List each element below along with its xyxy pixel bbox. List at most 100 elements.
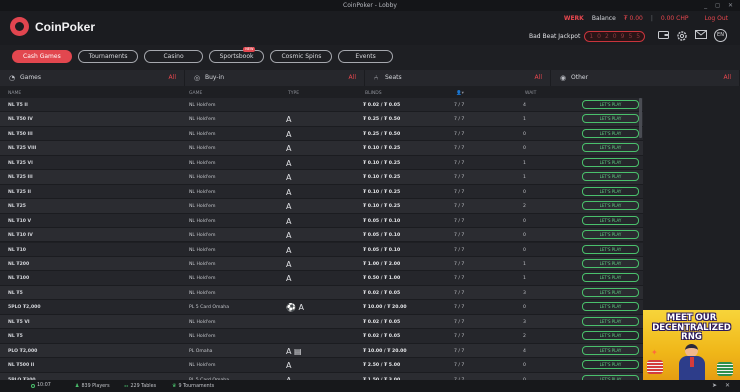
language-selector[interactable]: EN [714,29,727,42]
tab-events[interactable]: Events [338,50,393,63]
lets-play-button[interactable]: LET'S PLAY [582,316,639,326]
lets-play-button[interactable]: LET'S PLAY [582,100,639,109]
lets-play-button[interactable]: LET'S PLAY [582,157,639,167]
table-row[interactable]: NL ₮50 III NL Hold'em A ₮ 0.25 / ₮ 0.50 7 / … [0,126,643,142]
cell-seats: 7 / 7 [454,160,465,166]
seats-icon: ⑃ [374,74,379,82]
table-row[interactable]: NL ₮25 VIII NL Hold'em A ₮ 0.10 / ₮ 0.25 7 /… [0,141,643,156]
table-row[interactable]: 5PLO ₮2,000 PL 5 Card Omaha ⚽ A ₮ 10.00 / ₮… [0,300,643,315]
tab-sportsbook[interactable]: Sportsbook NEW [208,47,265,63]
lets-play-button[interactable]: LET'S PLAY [582,244,639,254]
filter-other[interactable]: ◉ Other All [551,70,740,86]
col-players[interactable]: 👤▾ [456,91,464,96]
tab-cash-games[interactable]: Cash Games [12,50,72,63]
col-wait[interactable]: WAIT [525,91,536,96]
cell-blinds: ₮ 10.00 / ₮ 20.00 [363,348,407,354]
cell-blinds: ₮ 0.05 / ₮ 0.10 [363,218,401,224]
lets-play-button[interactable]: LET'S PLAY [582,128,639,138]
table-row[interactable]: NL ₮10 V NL Hold'em A ₮ 0.05 / ₮ 0.10 7 / 7 0… [0,213,643,229]
cell-blinds: ₮ 0.10 / ₮ 0.25 [363,204,401,210]
table-row[interactable]: NL ₮5 NL Hold'em ₮ 0.02 / ₮ 0.05 7 / 7 3 LET'… [0,285,643,301]
table-row[interactable]: NL ₮5 VI NL Hold'em ₮ 0.02 / ₮ 0.05 7 / 7 3 L… [0,314,643,330]
col-name[interactable]: NAME [8,91,21,96]
cell-game: NL Hold'em [189,160,216,166]
tab-tournaments[interactable]: Tournaments [77,50,139,63]
settings-icon[interactable] [676,30,688,42]
table-row[interactable]: NL ₮25 VI NL Hold'em A ₮ 0.10 / ₮ 0.25 7 / 7… [0,155,643,171]
cell-name: NL ₮500 II [8,363,35,369]
cell-name: NL ₮25 VIII [8,146,37,152]
table-row[interactable]: NL ₮10 IV NL Hold'em A ₮ 0.05 / ₮ 0.10 7 / 7… [0,228,643,243]
col-type[interactable]: TYPE [288,91,299,96]
lets-play-button[interactable]: LET'S PLAY [582,172,639,182]
table-row[interactable]: NL ₮25 II NL Hold'em A ₮ 0.10 / ₮ 0.25 7 / 7… [0,184,643,200]
bad-beat-jackpot[interactable]: Bad Beat Jackpot 1 0 2 0 9 5 5 [529,31,646,42]
table-header: NAME GAME TYPE BLINDS 👤▾ WAIT [0,89,643,98]
cell-name: NL ₮100 [8,276,30,282]
cell-seats: 7 / 7 [454,290,465,296]
wallet-icon[interactable] [657,30,669,42]
clock-icon [31,383,35,388]
cell-seats: 7 / 7 [454,319,465,325]
table-row[interactable]: NL ₮200 NL Hold'em A ₮ 1.00 / ₮ 2.00 7 / 7 1 L… [0,256,643,272]
table-row[interactable]: NL ₮100 NL Hold'em A ₮ 0.50 / ₮ 1.00 7 / 7 1 L… [0,271,643,286]
tab-cosmic-spins[interactable]: Cosmic Spins [270,50,333,63]
table-row[interactable]: PLO ₮2,000 PL Omaha A ▤ ₮ 10.00 / ₮ 20.00 7 … [0,343,643,359]
lets-play-button[interactable]: LET'S PLAY [582,302,639,312]
table-row[interactable]: NL ₮25 III NL Hold'em A ₮ 0.10 / ₮ 0.25 7 / … [0,170,643,185]
jackpot-digit: 9 [620,33,625,40]
cell-seats: 7 / 7 [454,189,465,195]
lets-play-button[interactable]: LET'S PLAY [582,114,639,124]
tab-casino[interactable]: Casino [144,50,203,63]
logo[interactable]: CoinPoker [10,17,95,36]
jackpot-digit: 5 [628,33,633,40]
table-row[interactable]: NL ₮25 NL Hold'em A ₮ 0.10 / ₮ 0.25 7 / 7 2 LE… [0,199,643,214]
table-row[interactable]: NL ₮500 II NL Hold'em A ₮ 2.50 / ₮ 5.00 7 / … [0,358,643,373]
filter-games[interactable]: ◔ Games All [0,70,185,86]
mail-icon[interactable] [695,29,707,42]
table-row[interactable]: 5PLO ₮300PL 5 Card OmahaA₮ 1.50 / ₮ 3.00… [0,372,643,380]
col-game[interactable]: GAME [189,91,202,96]
table-row[interactable]: NL ₮50 IV NL Hold'em A ₮ 0.25 / ₮ 0.50 7 / 7… [0,112,643,127]
table-scrollbar[interactable] [639,98,642,138]
cell-type: A ▤ [286,346,302,356]
filter-buyin-label: Buy-in [205,74,224,81]
window-controls[interactable]: _ ◻ ✕ [704,0,736,11]
filter-bar: ◔ Games All ◎ Buy-in All ⑃ Seats All ◉ O… [0,70,740,86]
table-row[interactable]: NL ₮5 NL Hold'em ₮ 0.02 / ₮ 0.05 7 / 7 2 LET'… [0,329,643,344]
twitter-icon[interactable]: ✕ [725,382,730,389]
cell-blinds: ₮ 0.02 / ₮ 0.05 [363,103,401,108]
lets-play-button[interactable]: LET'S PLAY [582,345,639,355]
table-row[interactable]: NL ₮10 NL Hold'em A ₮ 0.05 / ₮ 0.10 7 / 7 0 LE… [0,242,643,257]
lets-play-button[interactable]: LET'S PLAY [582,230,639,240]
cell-game: NL Hold'em [189,146,216,152]
cell-blinds: ₮ 1.00 / ₮ 2.00 [363,261,401,267]
filter-buyin[interactable]: ◎ Buy-in All [185,70,365,86]
cell-type: ⚽ A [286,303,304,313]
cell-blinds: ₮ 0.25 / ₮ 0.50 [363,117,401,123]
lets-play-button[interactable]: LET'S PLAY [582,143,639,153]
filter-seats[interactable]: ⑃ Seats All [365,70,551,86]
cash-games-table: NL ₮5 II NL Hold'em ₮ 0.02 / ₮ 0.05 7 / 7 4 L… [0,98,643,380]
lets-play-button[interactable]: LET'S PLAY [582,201,639,211]
lets-play-button[interactable]: LET'S PLAY [582,360,639,370]
cell-seats: 7 / 7 [454,175,465,181]
cell-seats: 7 / 7 [454,103,465,108]
username[interactable]: WERK [564,15,584,22]
col-blinds[interactable]: BLINDS [365,91,382,96]
filter-seats-label: Seats [385,74,402,81]
lets-play-button[interactable]: LET'S PLAY [582,331,639,341]
cell-game: PL Omaha [189,348,213,354]
cell-type: A [286,158,292,168]
lets-play-button[interactable]: LET'S PLAY [582,215,639,225]
lets-play-button[interactable]: LET'S PLAY [582,287,639,297]
lets-play-button[interactable]: LET'S PLAY [582,186,639,196]
telegram-icon[interactable]: ➤ [712,382,717,389]
cell-name: NL ₮10 V [8,218,32,224]
table-row[interactable]: NL ₮5 II NL Hold'em ₮ 0.02 / ₮ 0.05 7 / 7 4 L… [0,98,643,113]
lets-play-button[interactable]: LET'S PLAY [582,258,639,268]
rng-ad-banner[interactable]: MEET OUR DECENTRALIZED RNG ✦ [643,310,740,380]
cell-wait: 1 [523,261,526,267]
logout-link[interactable]: Log Out [704,15,728,22]
lets-play-button[interactable]: LET'S PLAY [582,273,639,283]
